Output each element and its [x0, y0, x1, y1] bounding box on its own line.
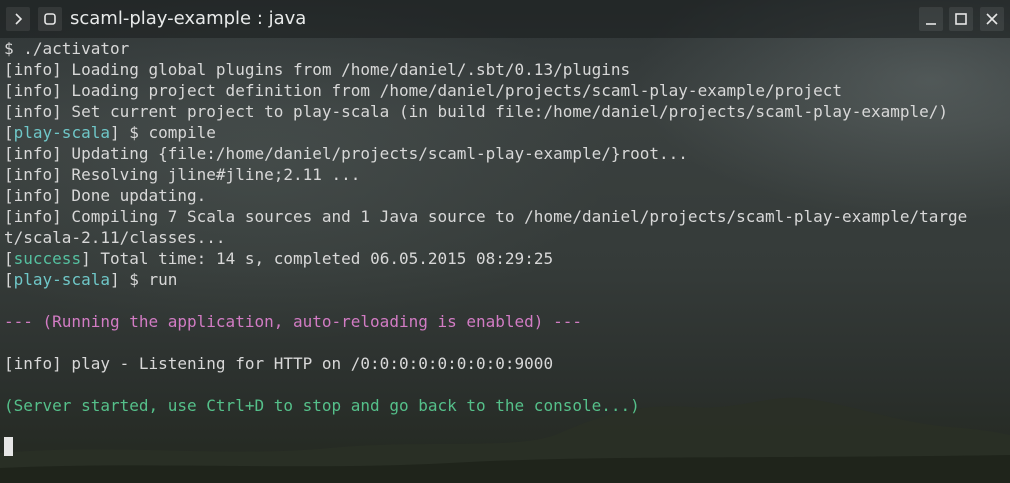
prompt-line: [play-scala] $ compile	[4, 122, 1010, 143]
success-line: [success] Total time: 14 s, completed 06…	[4, 248, 1010, 269]
title-bar: scaml-play-example : java	[0, 0, 1010, 38]
output-line: [info] Set current project to play-scala…	[4, 102, 949, 121]
output-line: [info] Compiling 7 Scala sources and 1 J…	[4, 207, 968, 226]
server-started-message: (Server started, use Ctrl+D to stop and …	[4, 396, 640, 415]
maximize-button[interactable]	[949, 7, 973, 31]
chevron-right-icon	[15, 13, 23, 25]
square-icon	[44, 13, 56, 25]
bracket-open: [	[4, 249, 14, 268]
running-banner: --- (Running the application, auto-reloa…	[4, 312, 582, 331]
output-line: [info] Loading project definition from /…	[4, 81, 843, 100]
prompt-project-tag: play-scala	[13, 123, 110, 142]
success-message: ] Total time: 14 s, completed 06.05.2015…	[81, 249, 554, 268]
prompt-project-tag: play-scala	[13, 270, 110, 289]
maximize-icon	[955, 13, 967, 25]
text-cursor	[4, 437, 13, 456]
prompt-command: ] $ run	[109, 270, 178, 289]
menu-button[interactable]	[6, 7, 30, 31]
minimize-icon	[926, 23, 936, 25]
close-icon	[986, 13, 998, 25]
terminal-output[interactable]: $ ./activator [info] Loading global plug…	[4, 38, 1010, 483]
output-line: [info] play - Listening for HTTP on /0:0…	[4, 354, 554, 373]
success-tag: success	[13, 249, 82, 268]
output-line: t/scala-2.11/classes...	[4, 228, 226, 247]
output-line: [info] Done updating.	[4, 186, 207, 205]
output-line: [info] Resolving jline#jline;2.11 ...	[4, 165, 361, 184]
bracket-open: [	[4, 123, 14, 142]
window-title: scaml-play-example : java	[70, 8, 307, 29]
prompt-line: [play-scala] $ run	[4, 269, 1010, 290]
app-icon-button[interactable]	[38, 7, 62, 31]
minimize-button[interactable]	[919, 7, 943, 31]
output-line: [info] Loading global plugins from /home…	[4, 60, 631, 79]
bracket-open: [	[4, 270, 14, 289]
terminal-window: scaml-play-example : java $ ./activator …	[0, 0, 1010, 483]
output-line: $ ./activator	[4, 39, 130, 58]
close-button[interactable]	[980, 7, 1004, 31]
output-line: [info] Updating {file:/home/daniel/proje…	[4, 144, 688, 163]
prompt-command: ] $ compile	[109, 123, 216, 142]
